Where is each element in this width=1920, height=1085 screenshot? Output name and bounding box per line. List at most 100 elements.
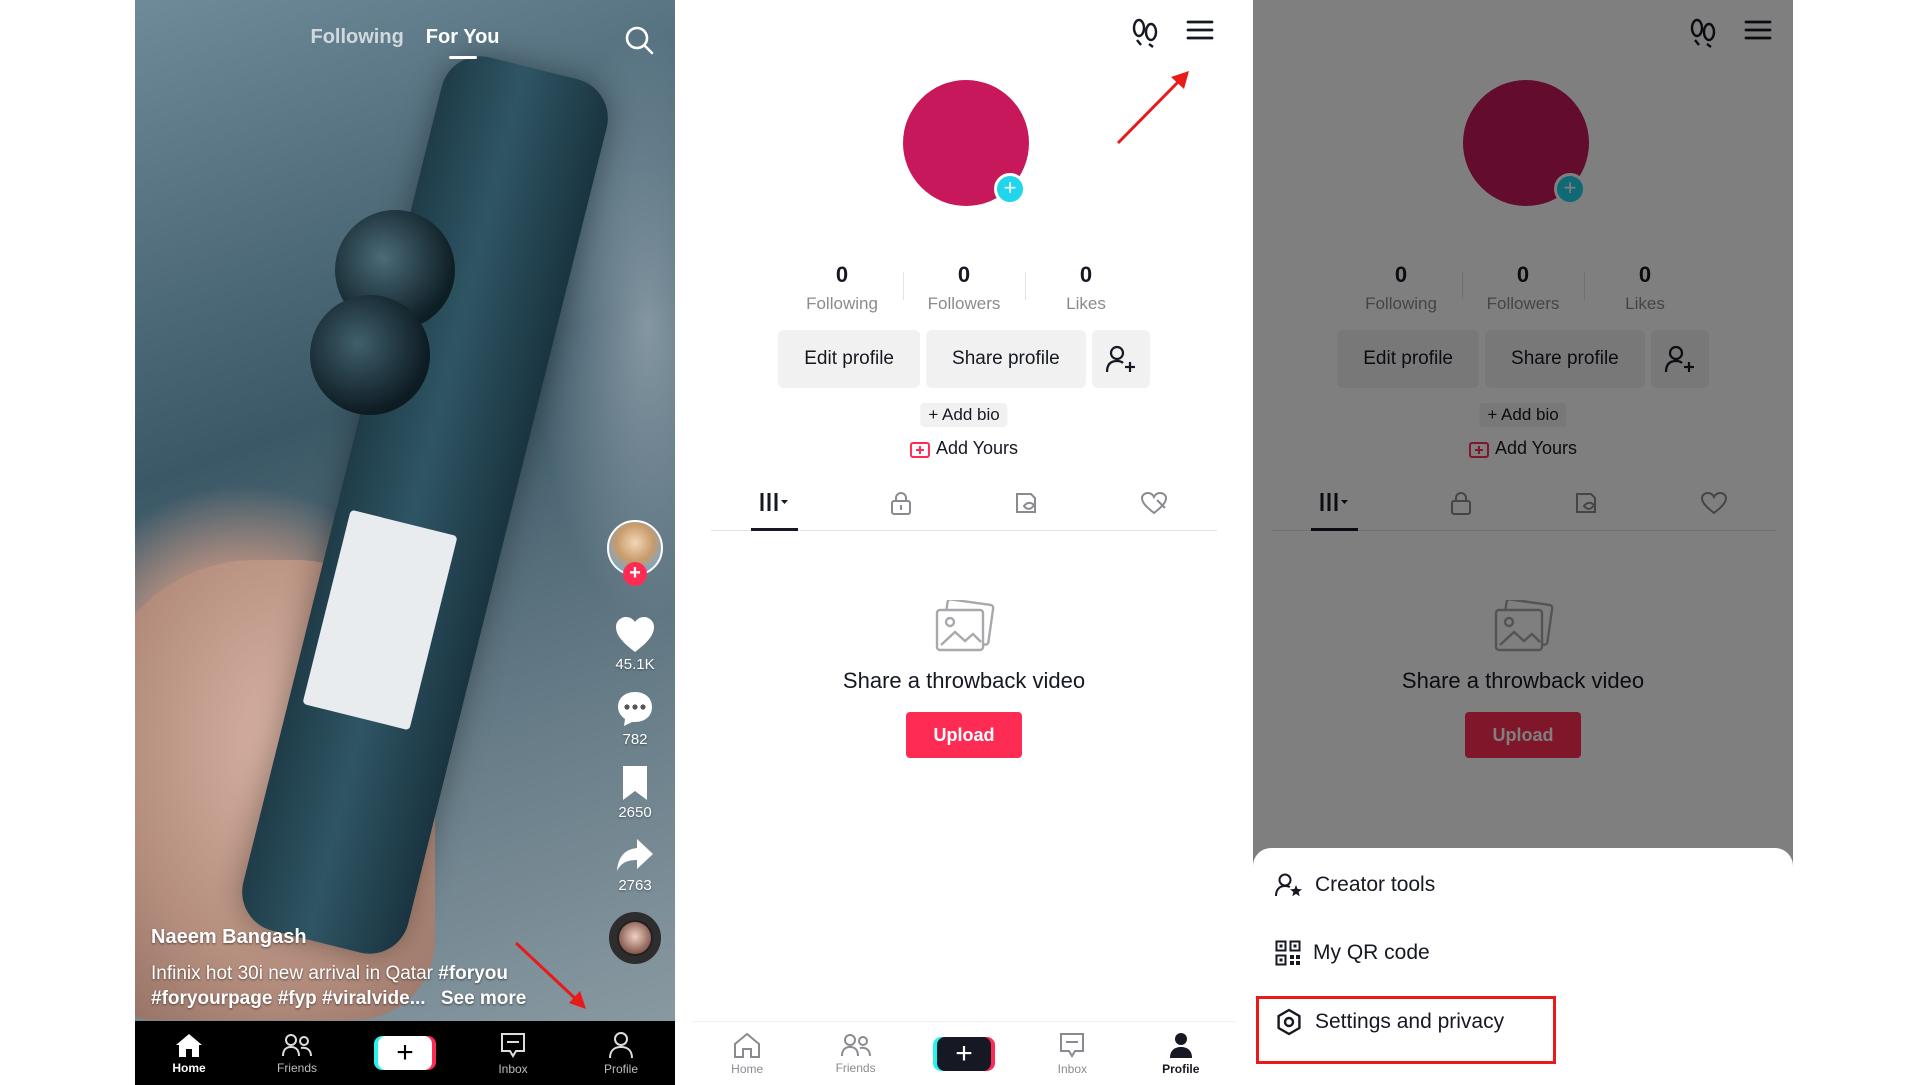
- tab-reposts[interactable]: [964, 485, 1091, 530]
- nav-inbox[interactable]: Inbox: [473, 1031, 553, 1076]
- tab-for-you[interactable]: For You: [426, 26, 500, 59]
- create-button[interactable]: +: [936, 1036, 991, 1071]
- followers-label: Followers: [927, 294, 1001, 313]
- share-count: 2763: [618, 877, 652, 894]
- likes-label: Likes: [1066, 294, 1106, 313]
- bottom-nav: Home Friends + Inbox Profile: [693, 1021, 1235, 1085]
- search-icon[interactable]: [623, 24, 655, 56]
- inbox-icon: [1060, 1033, 1085, 1058]
- feed-screen: Following For You + 45.1K 782 2650 2763 …: [135, 0, 675, 1085]
- feed-tabs: Following For You: [135, 26, 675, 59]
- video-frame[interactable]: [135, 0, 675, 1085]
- add-photo-button[interactable]: +: [994, 173, 1026, 205]
- creator-tools-icon: [1275, 873, 1302, 897]
- tab-private[interactable]: [838, 485, 965, 530]
- followers-count: 0: [957, 262, 971, 287]
- nav-inbox-label: Inbox: [498, 1061, 528, 1076]
- nav-profile-label: Profile: [603, 1061, 638, 1076]
- add-bio-button[interactable]: + Add bio: [920, 403, 1008, 427]
- creator-name[interactable]: Naeem Bangash: [151, 926, 581, 949]
- liked-icon: [1140, 491, 1167, 515]
- nav-home-label: Home: [172, 1060, 206, 1075]
- repost-icon: [1016, 493, 1037, 513]
- nav-home[interactable]: Home: [707, 1031, 787, 1076]
- phone-image: [233, 47, 617, 963]
- profile-menu-screen: + 0 Following 0 Followers 0 Likes Edit p…: [1253, 0, 1793, 1085]
- like-button[interactable]: 45.1K: [614, 616, 656, 673]
- upload-button[interactable]: Upload: [906, 712, 1022, 758]
- see-more-link[interactable]: See more: [441, 988, 527, 1009]
- nav-friends-label: Friends: [835, 1061, 876, 1075]
- menu-qr-code-label: My QR code: [1313, 941, 1430, 964]
- following-count: 0: [835, 262, 849, 287]
- add-friend-button[interactable]: [1091, 330, 1150, 388]
- nav-inbox-label: Inbox: [1057, 1062, 1088, 1076]
- tab-videos[interactable]: [711, 485, 838, 531]
- comment-icon: [618, 692, 652, 726]
- profile-stats: 0 Following 0 Followers 0 Likes: [693, 262, 1235, 314]
- menu-item-creator-tools[interactable]: Creator tools: [1275, 872, 1435, 898]
- hashtag[interactable]: #foryou: [438, 963, 508, 984]
- tab-liked[interactable]: [1091, 485, 1218, 530]
- video-caption: Naeem Bangash Infinix hot 30i new arriva…: [151, 926, 581, 1011]
- add-yours-icon: [909, 441, 930, 458]
- grid-icon: [760, 493, 789, 511]
- inbox-icon: [501, 1032, 525, 1058]
- friends-icon: [840, 1034, 871, 1057]
- nav-friends-label: Friends: [276, 1060, 317, 1075]
- nav-home[interactable]: Home: [149, 1032, 229, 1075]
- likes-count: 0: [1079, 262, 1093, 287]
- save-button[interactable]: 2650: [618, 764, 652, 821]
- follow-button[interactable]: +: [623, 562, 647, 586]
- home-icon: [176, 1033, 202, 1057]
- nav-profile[interactable]: Profile: [581, 1031, 661, 1076]
- tab-following[interactable]: Following: [310, 26, 403, 49]
- bookmark-icon: [623, 766, 647, 800]
- add-yours-link[interactable]: Add Yours: [909, 438, 1019, 459]
- add-yours-label: Add Yours: [935, 438, 1019, 458]
- profile-top-bar: [1131, 18, 1215, 48]
- edit-profile-button[interactable]: Edit profile: [778, 330, 921, 388]
- lock-icon: [890, 492, 911, 515]
- creator-avatar[interactable]: +: [607, 520, 663, 586]
- nav-friends[interactable]: Friends: [816, 1032, 896, 1075]
- camera-lens-image: [310, 295, 430, 415]
- nav-home-label: Home: [731, 1062, 764, 1076]
- friends-icon: [282, 1033, 312, 1056]
- profile-actions: Edit profile Share profile: [693, 330, 1235, 388]
- menu-icon[interactable]: [1185, 18, 1215, 42]
- qr-code-icon: [1275, 940, 1301, 966]
- photo-icon: [935, 600, 995, 652]
- nav-profile[interactable]: Profile: [1141, 1031, 1221, 1076]
- nav-create[interactable]: +: [365, 1036, 445, 1070]
- profile-icon: [609, 1031, 633, 1058]
- action-rail: + 45.1K 782 2650 2763: [605, 520, 665, 964]
- heart-icon: [616, 617, 654, 652]
- bottom-nav: Home Friends + Inbox Profile: [135, 1021, 675, 1085]
- footprints-icon[interactable]: [1131, 18, 1159, 48]
- share-button[interactable]: 2763: [615, 837, 655, 894]
- hashtags[interactable]: #foryourpage #fyp #viralvide...: [151, 988, 426, 1009]
- highlight-box: [1256, 996, 1556, 1064]
- like-count: 45.1K: [615, 656, 655, 673]
- following-label: Following: [806, 294, 878, 313]
- nav-profile-label: Profile: [1162, 1062, 1200, 1076]
- share-icon: [617, 839, 653, 871]
- stat-followers[interactable]: 0 Followers: [903, 262, 1025, 314]
- menu-item-qr-code[interactable]: My QR code: [1275, 940, 1430, 966]
- stat-following[interactable]: 0 Following: [781, 262, 903, 314]
- share-profile-button[interactable]: Share profile: [926, 330, 1086, 388]
- comment-count: 782: [622, 731, 648, 748]
- caption-text: Infinix hot 30i new arrival in Qatar #fo…: [151, 961, 581, 1011]
- nav-create[interactable]: +: [924, 1036, 1004, 1071]
- comment-button[interactable]: 782: [615, 689, 655, 748]
- sound-disc[interactable]: [609, 912, 661, 964]
- create-button[interactable]: +: [378, 1036, 432, 1070]
- nav-inbox[interactable]: Inbox: [1032, 1031, 1112, 1076]
- add-friend-icon: [1105, 345, 1135, 373]
- home-icon: [734, 1032, 761, 1058]
- nav-friends[interactable]: Friends: [257, 1032, 337, 1075]
- stat-likes[interactable]: 0 Likes: [1025, 262, 1147, 314]
- empty-title: Share a throwback video: [842, 668, 1086, 693]
- profile-icon: [1169, 1033, 1192, 1058]
